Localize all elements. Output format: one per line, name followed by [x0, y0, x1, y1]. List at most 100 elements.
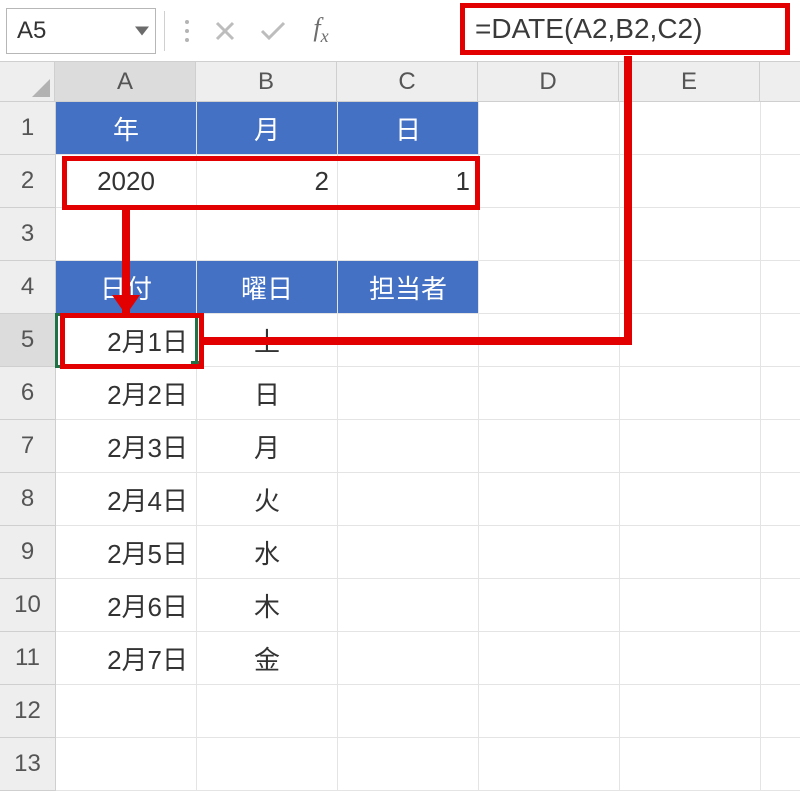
cell-C2[interactable]: 1 [338, 155, 479, 208]
cell-D6[interactable] [479, 367, 620, 420]
cell-A9[interactable]: 2月5日 [56, 526, 197, 579]
cell-C10[interactable] [338, 579, 479, 632]
cell-overflow [761, 102, 800, 155]
cell-C13[interactable] [338, 738, 479, 791]
row-header-7[interactable]: 7 [0, 420, 56, 473]
row-header-13[interactable]: 13 [0, 738, 56, 791]
row-header-2[interactable]: 2 [0, 155, 56, 208]
cell-overflow [761, 579, 800, 632]
insert-function-button[interactable]: fx [297, 8, 345, 54]
cell-D9[interactable] [479, 526, 620, 579]
cell-A5[interactable]: 2月1日 [56, 314, 197, 367]
row-header-6[interactable]: 6 [0, 367, 56, 420]
cell-E5[interactable] [620, 314, 761, 367]
cell-overflow [761, 367, 800, 420]
row-header-11[interactable]: 11 [0, 632, 56, 685]
cell-C7[interactable] [338, 420, 479, 473]
cell-E12[interactable] [620, 685, 761, 738]
cell-E7[interactable] [620, 420, 761, 473]
name-box[interactable]: A5 [6, 8, 156, 54]
annotation-arrow-down [112, 295, 140, 315]
cell-E6[interactable] [620, 367, 761, 420]
cell-E11[interactable] [620, 632, 761, 685]
cell-B9[interactable]: 水 [197, 526, 338, 579]
cell-D2[interactable] [479, 155, 620, 208]
row-header-12[interactable]: 12 [0, 685, 56, 738]
cell-B1[interactable]: 月 [197, 102, 338, 155]
cell-A12[interactable] [56, 685, 197, 738]
cell-C11[interactable] [338, 632, 479, 685]
row-2: 2 2020 2 1 [0, 155, 800, 208]
spreadsheet-grid[interactable]: A B C D E 1 年 月 日 2 2020 2 1 3 [0, 62, 800, 791]
cell-A13[interactable] [56, 738, 197, 791]
row-1: 1 年 月 日 [0, 102, 800, 155]
cell-D7[interactable] [479, 420, 620, 473]
cell-E3[interactable] [620, 208, 761, 261]
cell-B7[interactable]: 月 [197, 420, 338, 473]
cell-A7[interactable]: 2月3日 [56, 420, 197, 473]
row-header-1[interactable]: 1 [0, 102, 56, 155]
row-6: 6 2月2日 日 [0, 367, 800, 420]
cell-C3[interactable] [338, 208, 479, 261]
cell-C9[interactable] [338, 526, 479, 579]
cell-overflow [761, 632, 800, 685]
cell-B2[interactable]: 2 [197, 155, 338, 208]
row-12: 12 [0, 685, 800, 738]
cell-D1[interactable] [479, 102, 620, 155]
cell-E8[interactable] [620, 473, 761, 526]
cell-B13[interactable] [197, 738, 338, 791]
row-header-8[interactable]: 8 [0, 473, 56, 526]
cell-D13[interactable] [479, 738, 620, 791]
formula-input[interactable]: =DATE(A2,B2,C2) [460, 3, 790, 55]
cell-E4[interactable] [620, 261, 761, 314]
enter-button[interactable] [249, 8, 297, 54]
check-icon [259, 20, 287, 42]
cell-B10[interactable]: 木 [197, 579, 338, 632]
cell-C1[interactable]: 日 [338, 102, 479, 155]
row-header-4[interactable]: 4 [0, 261, 56, 314]
cell-overflow [761, 420, 800, 473]
cell-E2[interactable] [620, 155, 761, 208]
cell-A5-value: 2月1日 [107, 322, 188, 359]
cell-E10[interactable] [620, 579, 761, 632]
cell-D3[interactable] [479, 208, 620, 261]
column-header-C[interactable]: C [337, 62, 478, 102]
cell-E13[interactable] [620, 738, 761, 791]
column-header-B[interactable]: B [196, 62, 337, 102]
cell-B11[interactable]: 金 [197, 632, 338, 685]
cell-A2[interactable]: 2020 [56, 155, 197, 208]
column-header-E[interactable]: E [619, 62, 760, 102]
cell-C4[interactable]: 担当者 [338, 261, 479, 314]
row-7: 7 2月3日 月 [0, 420, 800, 473]
column-header-A[interactable]: A [55, 62, 196, 102]
row-header-3[interactable]: 3 [0, 208, 56, 261]
cell-B4[interactable]: 曜日 [197, 261, 338, 314]
row-header-9[interactable]: 9 [0, 526, 56, 579]
row-header-5[interactable]: 5 [0, 314, 56, 367]
cell-A8[interactable]: 2月4日 [56, 473, 197, 526]
cell-C8[interactable] [338, 473, 479, 526]
cell-D11[interactable] [479, 632, 620, 685]
row-10: 10 2月6日 木 [0, 579, 800, 632]
cell-A11[interactable]: 2月7日 [56, 632, 197, 685]
column-header-D[interactable]: D [478, 62, 619, 102]
cell-B8[interactable]: 火 [197, 473, 338, 526]
cell-B3[interactable] [197, 208, 338, 261]
cell-A10[interactable]: 2月6日 [56, 579, 197, 632]
chevron-down-icon[interactable] [135, 26, 149, 35]
cell-E9[interactable] [620, 526, 761, 579]
cell-C6[interactable] [338, 367, 479, 420]
cell-B6[interactable]: 日 [197, 367, 338, 420]
row-header-10[interactable]: 10 [0, 579, 56, 632]
cancel-button[interactable] [201, 8, 249, 54]
cell-D4[interactable] [479, 261, 620, 314]
select-all-corner[interactable] [0, 62, 55, 102]
cell-D10[interactable] [479, 579, 620, 632]
cell-D8[interactable] [479, 473, 620, 526]
cell-A1[interactable]: 年 [56, 102, 197, 155]
cell-D12[interactable] [479, 685, 620, 738]
cell-B12[interactable] [197, 685, 338, 738]
cell-A6[interactable]: 2月2日 [56, 367, 197, 420]
cell-E1[interactable] [620, 102, 761, 155]
cell-C12[interactable] [338, 685, 479, 738]
